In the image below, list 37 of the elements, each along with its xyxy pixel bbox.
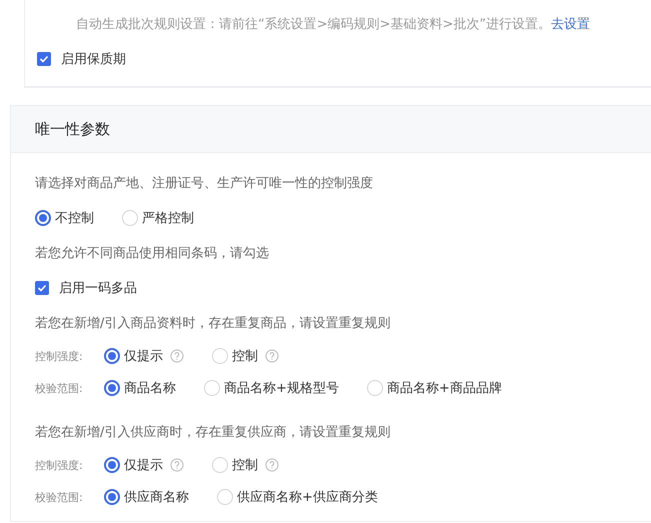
radio-label[interactable]: 仅提示	[124, 347, 163, 365]
field-label: 校验范围:	[35, 380, 84, 396]
radio-label[interactable]: 控制	[232, 347, 258, 365]
settings-link[interactable]: 去设置	[551, 17, 590, 32]
field-label: 控制强度:	[35, 458, 84, 472]
field-label: 校验范围:	[35, 490, 84, 504]
radio-label[interactable]: 控制	[232, 456, 258, 474]
notice-text: 自动生成批次规则设置：请前往“系统设置>编码规则>基础资料>批次”进行设置。去设置	[76, 16, 592, 33]
checkbox-label[interactable]: 启用保质期	[61, 50, 126, 68]
checkbox-label[interactable]: 启用一码多品	[59, 278, 137, 296]
radio-label[interactable]: 仅提示	[124, 456, 163, 474]
help-icon[interactable]	[170, 458, 184, 472]
radio-label[interactable]: 供应商名称	[124, 488, 189, 506]
radio-label[interactable]: 严格控制	[142, 208, 194, 226]
radio-label[interactable]: 商品名称	[124, 379, 176, 397]
radio-button[interactable]	[35, 210, 51, 226]
radio-button[interactable]	[104, 348, 120, 364]
hint-text: 若您在新增/引入商品资料时，存在重复商品，请设置重复规则	[35, 314, 390, 332]
radio-label[interactable]: 商品名称+规格型号	[224, 379, 339, 397]
help-icon[interactable]	[265, 458, 279, 472]
field-label: 控制强度:	[35, 348, 84, 364]
radio-button[interactable]	[104, 457, 120, 473]
help-icon[interactable]	[265, 349, 279, 363]
section-header: 唯一性参数	[11, 106, 651, 153]
checkbox-box[interactable]	[37, 52, 51, 66]
checkbox-box[interactable]	[35, 280, 49, 294]
radio-label[interactable]: 供应商名称+供应商分类	[237, 488, 378, 506]
help-icon[interactable]	[170, 349, 184, 363]
radio-label[interactable]: 不控制	[55, 208, 94, 226]
radio-button[interactable]	[104, 380, 120, 396]
checkbox[interactable]: 启用一码多品	[35, 278, 137, 296]
radio-label[interactable]: 商品名称+商品品牌	[386, 379, 502, 397]
hint-text: 请选择对商品产地、注册证号、生产许可唯一性的控制强度	[35, 174, 373, 192]
checkbox[interactable]: 启用保质期	[37, 50, 126, 68]
hint-text: 若您在新增/引入供应商时，存在重复供应商，请设置重复规则	[35, 424, 390, 440]
radio-button[interactable]	[104, 489, 120, 505]
hint-text: 若您允许不同商品使用相同条码，请勾选	[35, 244, 269, 262]
